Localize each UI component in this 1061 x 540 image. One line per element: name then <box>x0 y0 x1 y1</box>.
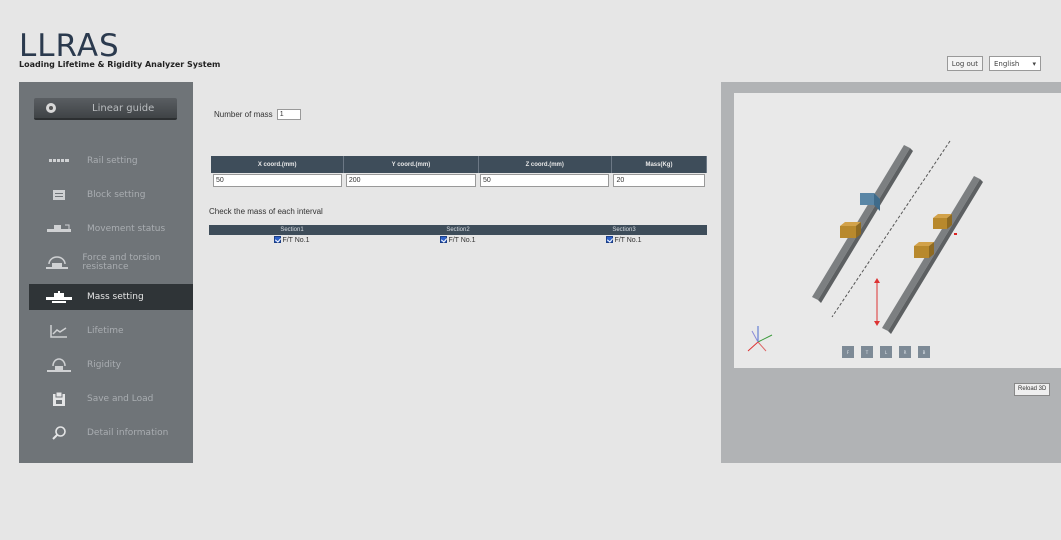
search-icon <box>41 426 77 440</box>
movement-icon <box>41 224 77 234</box>
view-top-button[interactable]: T <box>861 346 873 358</box>
table-row: 50 200 50 20 <box>211 173 707 188</box>
guide-dot-icon <box>46 103 56 113</box>
sidebar-item-label: Rigidity <box>87 359 122 370</box>
orange-block-right-top <box>933 214 952 229</box>
header-y-coord: Y coord.(mm) <box>343 156 479 173</box>
number-of-mass-input[interactable]: 1 <box>276 109 301 120</box>
sidebar-item-save-load[interactable]: Save and Load <box>19 382 193 416</box>
3d-scene <box>747 140 983 352</box>
force-icon <box>41 256 72 270</box>
header-x-coord: X coord.(mm) <box>211 156 345 173</box>
check-mass-label: Check the mass of each interval <box>209 207 323 216</box>
app-logo: LLRAS Loading Lifetime & Rigidity Analyz… <box>19 29 220 69</box>
language-select[interactable]: English ▾ <box>989 56 1041 71</box>
view-right-button[interactable]: R <box>899 346 911 358</box>
header-z-coord: Z coord.(mm) <box>478 156 612 173</box>
orange-block-left <box>840 222 861 238</box>
header-mass: Mass(Kg) <box>611 156 708 173</box>
logout-button[interactable]: Log out <box>946 56 983 71</box>
save-icon <box>41 392 77 406</box>
sidebar-item-rigidity[interactable]: Rigidity <box>19 348 193 382</box>
section3-cell: F/T No.1 <box>541 235 707 245</box>
rigidity-icon <box>41 357 77 373</box>
x-coord-input[interactable]: 50 <box>213 174 342 187</box>
sidebar-item-label: Movement status <box>87 223 166 234</box>
section1-cell: F/T No.1 <box>209 235 375 245</box>
sidebar-item-mass-setting[interactable]: Mass setting <box>29 284 193 310</box>
sidebar-item-block-setting[interactable]: Block setting <box>19 178 193 212</box>
3d-viewport[interactable]: F T L R B <box>734 93 1061 368</box>
sidebar-item-label: Block setting <box>87 189 146 200</box>
sidebar-item-label: Detail information <box>87 427 169 438</box>
sidebar-item-label: Save and Load <box>87 393 154 404</box>
section3-label: F/T No.1 <box>614 237 642 244</box>
lifetime-chart-icon <box>41 324 77 338</box>
sidebar-item-lifetime[interactable]: Lifetime <box>19 314 193 348</box>
orange-block-right-bottom <box>914 242 934 258</box>
section3-checkbox[interactable] <box>606 236 614 243</box>
mass-icon <box>41 291 77 303</box>
section1-checkbox[interactable] <box>274 236 282 243</box>
table-row: F/T No.1 F/T No.1 F/T No.1 <box>209 235 707 245</box>
section1-label: F/T No.1 <box>282 237 310 244</box>
rail-icon <box>41 158 77 164</box>
app-title: LLRAS <box>19 28 120 64</box>
view-back-button[interactable]: B <box>918 346 930 358</box>
header-section3: Section3 <box>541 225 707 235</box>
sidebar-item-rail-setting[interactable]: Rail setting <box>19 144 193 178</box>
mass-input[interactable]: 20 <box>613 174 705 187</box>
table-header-row: X coord.(mm) Y coord.(mm) Z coord.(mm) M… <box>211 156 708 173</box>
sidebar-item-force-torsion[interactable]: Force and torsion resistance <box>19 246 193 280</box>
view-buttons: F T L R B <box>842 346 930 358</box>
mass-marker <box>954 233 957 235</box>
z-coord-input[interactable]: 50 <box>480 174 610 187</box>
header-section1: Section1 <box>209 225 375 235</box>
main-content: Number of mass 1 X coord.(mm) Y coord.(m… <box>205 82 713 463</box>
coordinate-table: X coord.(mm) Y coord.(mm) Z coord.(mm) M… <box>211 156 708 188</box>
language-selected: English <box>994 60 1020 68</box>
sidebar-item-label: Force and torsion resistance <box>82 253 161 272</box>
section2-label: F/T No.1 <box>448 237 476 244</box>
axis-triad-icon <box>747 326 773 352</box>
viewer-panel: F T L R B Reload 3D <box>721 82 1061 463</box>
view-left-button[interactable]: L <box>880 346 892 358</box>
block-icon <box>41 190 77 200</box>
sidebar-item-detail-information[interactable]: Detail information <box>19 416 193 450</box>
linear-guide-label: Linear guide <box>92 102 155 114</box>
section2-checkbox[interactable] <box>440 236 448 243</box>
app-subtitle: Loading Lifetime & Rigidity Analyzer Sys… <box>19 60 221 69</box>
reload-3d-button[interactable]: Reload 3D <box>1014 383 1051 396</box>
sidebar-item-movement-status[interactable]: Movement status <box>19 212 193 246</box>
header-controls: Log out English ▾ <box>946 56 1041 71</box>
sidebar-item-label: Mass setting <box>87 291 144 302</box>
number-of-mass-row: Number of mass 1 <box>214 109 301 120</box>
y-coord-input[interactable]: 200 <box>345 174 477 187</box>
sidebar: Linear guide Rail setting Block setting … <box>19 82 193 463</box>
table-header-row: Section1 Section2 Section3 <box>209 225 707 235</box>
sidebar-menu: Rail setting Block setting Movement stat… <box>19 144 193 450</box>
linear-guide-button[interactable]: Linear guide <box>34 98 177 120</box>
chevron-down-icon: ▾ <box>1032 60 1036 68</box>
section2-cell: F/T No.1 <box>375 235 541 245</box>
sidebar-item-label: Rail setting <box>87 155 138 166</box>
number-of-mass-label: Number of mass <box>214 110 273 119</box>
sidebar-item-label: Lifetime <box>87 325 124 336</box>
header-section2: Section2 <box>375 225 541 235</box>
view-front-button[interactable]: F <box>842 346 854 358</box>
section-table: Section1 Section2 Section3 F/T No.1 F/T … <box>209 225 707 245</box>
